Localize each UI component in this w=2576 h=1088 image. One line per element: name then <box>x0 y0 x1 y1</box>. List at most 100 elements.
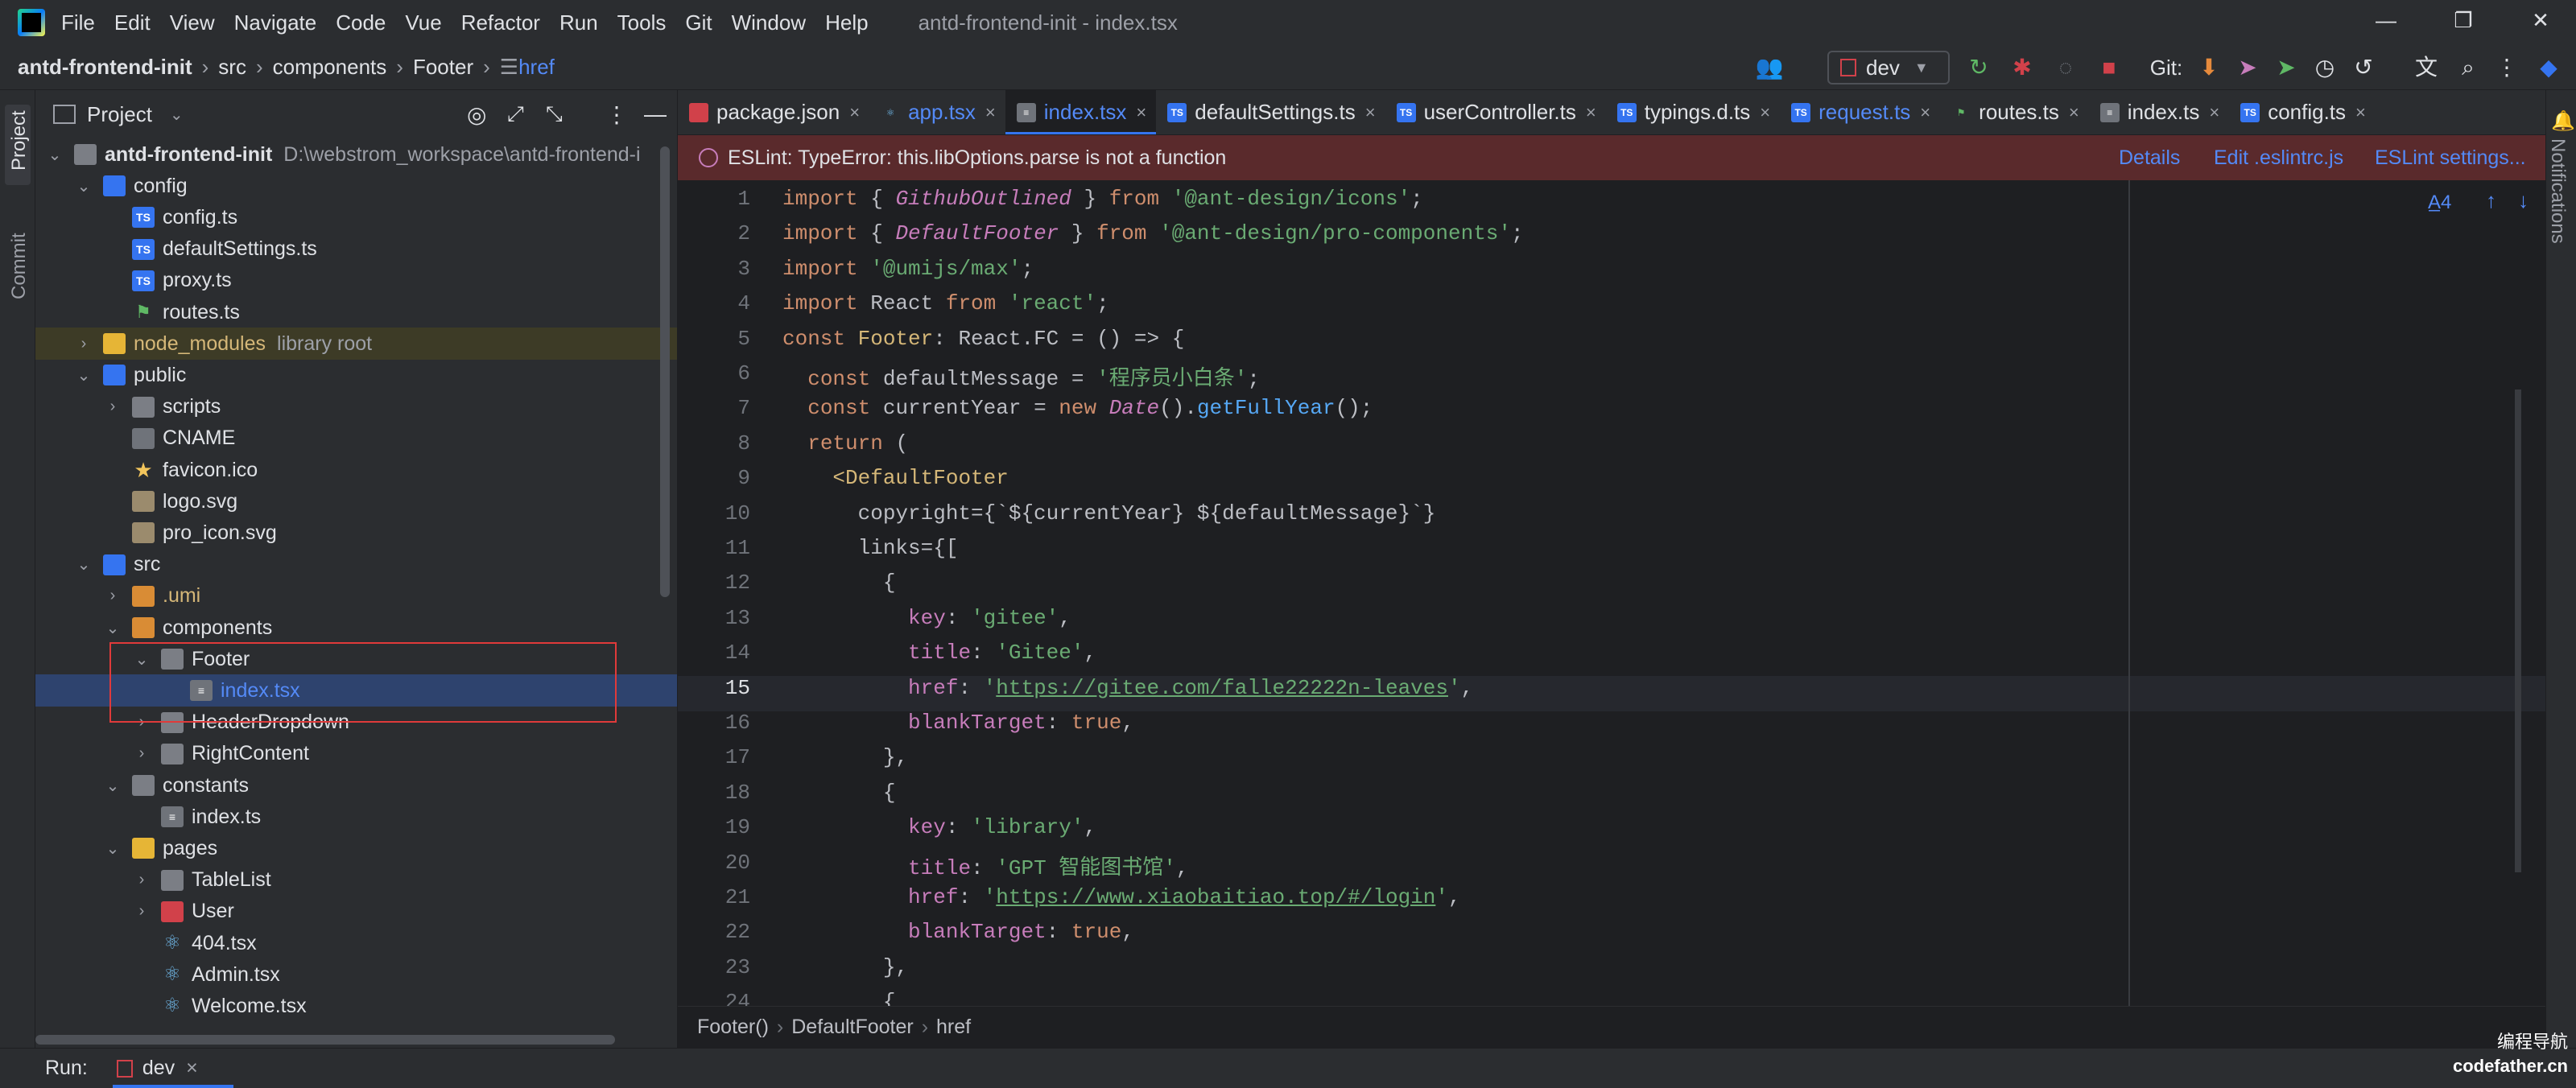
code-breadcrumb-item[interactable]: Footer() <box>697 1016 769 1039</box>
menu-run[interactable]: Run <box>559 10 598 35</box>
menu-view[interactable]: View <box>170 10 215 35</box>
breadcrumb-item[interactable]: antd-frontend-init <box>18 55 192 80</box>
notifications-icon[interactable]: 🔔 <box>2551 109 2575 133</box>
tree-item[interactable]: TS config.ts <box>35 201 677 233</box>
tree-item[interactable]: pro_icon.svg <box>35 517 677 549</box>
eslint-details-link[interactable]: Details <box>2119 146 2180 170</box>
code-line[interactable]: href: 'https://www.xiaobaitiao.top/#/log… <box>782 885 1461 909</box>
options-icon[interactable]: ⋮ <box>605 101 628 128</box>
tree-item[interactable]: ≡ index.ts <box>35 801 677 833</box>
git-commit-icon[interactable]: ➤ <box>2233 53 2262 82</box>
close-tab-icon[interactable]: × <box>1586 102 1596 123</box>
git-update-icon[interactable]: ⬇ <box>2194 53 2223 82</box>
close-tab-icon[interactable]: × <box>849 102 860 123</box>
code-line[interactable]: import { DefaultFooter } from '@ant-desi… <box>782 221 1524 245</box>
tree-item[interactable]: TS proxy.ts <box>35 265 677 297</box>
code-line[interactable]: { <box>782 781 896 805</box>
menu-help[interactable]: Help <box>825 10 868 35</box>
editor-tab[interactable]: TS defaultSettings.ts × <box>1156 90 1385 134</box>
tree-item[interactable]: ⌄ antd-frontend-init D:\webstrom_workspace… <box>35 138 677 171</box>
tree-item[interactable]: ⌄ pages <box>35 832 677 864</box>
git-push-icon[interactable]: ➤ <box>2272 53 2301 82</box>
close-tab-icon[interactable]: × <box>2355 102 2366 123</box>
code-line[interactable]: copyright={`${currentYear} ${defaultMess… <box>782 501 1436 525</box>
project-tool-label[interactable]: Project <box>8 110 31 171</box>
minimize-button[interactable]: — <box>2370 8 2402 37</box>
code-line[interactable]: href: 'https://gitee.com/falle22222n-lea… <box>782 676 1473 700</box>
tree-item[interactable]: ⚛ Welcome.tsx <box>35 990 677 1022</box>
code-line[interactable]: { <box>782 571 896 595</box>
maximize-button[interactable]: ❐ <box>2447 8 2479 37</box>
code-line[interactable]: <DefaultFooter <box>782 466 1008 490</box>
expand-arrow-icon[interactable]: ⌄ <box>76 176 92 196</box>
inspection-widget[interactable]: A̲4 <box>2428 192 2451 214</box>
close-tab-icon[interactable]: × <box>1136 102 1146 123</box>
breadcrumb-item[interactable]: href <box>518 55 555 80</box>
tree-item[interactable]: › .umi <box>35 580 677 612</box>
menu-git[interactable]: Git <box>685 10 712 35</box>
chevron-down-icon[interactable]: ⌄ <box>170 105 184 125</box>
next-highlight-icon[interactable]: ↓ <box>2518 188 2529 213</box>
run-config-select[interactable]: dev ▼ <box>1827 51 1950 84</box>
editor-tab[interactable]: ≡ index.ts × <box>2089 90 2229 134</box>
tree-item[interactable]: › RightContent <box>35 738 677 770</box>
collapse-arrow-icon[interactable]: › <box>134 902 150 921</box>
code-editor[interactable]: 1 import { GithubOutlined } from '@ant-de… <box>678 180 2545 1006</box>
project-panel-title[interactable]: Project <box>87 102 152 127</box>
commit-tool-label[interactable]: Commit <box>8 233 31 299</box>
code-line[interactable]: const currentYear = new Date().getFullYe… <box>782 396 1373 420</box>
editor-tab[interactable]: TS typings.d.ts × <box>1606 90 1780 134</box>
eslint-settings-link[interactable]: ESLint settings... <box>2375 146 2526 170</box>
menu-tools[interactable]: Tools <box>617 10 667 35</box>
expand-arrow-icon[interactable]: ⌄ <box>105 618 121 638</box>
close-run-tab-icon[interactable]: × <box>186 1057 198 1080</box>
stop-icon[interactable]: ■ <box>2095 53 2124 82</box>
tree-item[interactable]: ⚑ routes.ts <box>35 296 677 328</box>
tree-item[interactable]: ★ favicon.ico <box>35 454 677 486</box>
code-line[interactable]: { <box>782 990 896 1006</box>
code-breadcrumb-item[interactable]: DefaultFooter <box>791 1016 913 1039</box>
close-tab-icon[interactable]: × <box>1760 102 1770 123</box>
code-line[interactable]: import React from 'react'; <box>782 291 1109 315</box>
tree-item[interactable]: CNAME <box>35 422 677 455</box>
menu-file[interactable]: File <box>61 10 95 35</box>
tree-item[interactable]: ⚛ Admin.tsx <box>35 958 677 991</box>
editor-tab[interactable]: TS userController.ts × <box>1385 90 1606 134</box>
tree-item[interactable]: › User <box>35 896 677 928</box>
editor-tab[interactable]: ⚛ app.tsx × <box>869 90 1005 134</box>
notifications-label[interactable]: Notifications <box>2546 138 2569 244</box>
rollback-icon[interactable]: ↺ <box>2349 53 2378 82</box>
tree-item[interactable]: ⌄ constants <box>35 769 677 802</box>
close-tab-icon[interactable]: × <box>1920 102 1930 123</box>
code-line[interactable]: blankTarget: true, <box>782 711 1134 735</box>
close-button[interactable]: ✕ <box>2524 8 2557 37</box>
close-tab-icon[interactable]: × <box>1365 102 1376 123</box>
rerun-icon[interactable]: ↻ <box>1964 53 1993 82</box>
collapse-all-icon[interactable]: ⤡ <box>546 101 563 127</box>
tree-item[interactable]: logo.svg <box>35 485 677 517</box>
locate-icon[interactable]: ◎ <box>467 101 486 128</box>
code-line[interactable]: return ( <box>782 431 908 455</box>
debug-icon[interactable]: ✱ <box>2008 53 2037 82</box>
expand-arrow-icon[interactable]: ⌄ <box>105 776 121 796</box>
breadcrumb-item[interactable]: src <box>218 55 246 80</box>
close-tab-icon[interactable]: × <box>2209 102 2219 123</box>
expand-arrow-icon[interactable]: ⌄ <box>105 839 121 859</box>
code-line[interactable]: title: 'Gitee', <box>782 641 1096 665</box>
collapse-arrow-icon[interactable]: › <box>105 587 121 605</box>
editor-tab[interactable]: ⚑ routes.ts × <box>1940 90 2089 134</box>
code-line[interactable]: }, <box>782 955 908 979</box>
history-icon[interactable]: ◷ <box>2310 53 2339 82</box>
breadcrumb-item[interactable]: components <box>273 55 387 80</box>
jetbrains-ai-icon[interactable]: ◆ <box>2534 53 2563 82</box>
collapse-arrow-icon[interactable]: › <box>76 335 92 353</box>
code-line[interactable]: const Footer: React.FC = () => { <box>782 327 1184 351</box>
code-line[interactable]: title: 'GPT 智能图书馆', <box>782 851 1188 880</box>
menu-window[interactable]: Window <box>732 10 806 35</box>
tree-item[interactable]: › TableList <box>35 864 677 896</box>
tree-item[interactable]: TS defaultSettings.ts <box>35 233 677 266</box>
more-icon[interactable]: ⋮ <box>2492 53 2521 82</box>
breadcrumb-item[interactable]: Footer <box>413 55 473 80</box>
code-line[interactable]: blankTarget: true, <box>782 920 1134 944</box>
tree-horizontal-scrollbar[interactable] <box>35 1035 615 1045</box>
